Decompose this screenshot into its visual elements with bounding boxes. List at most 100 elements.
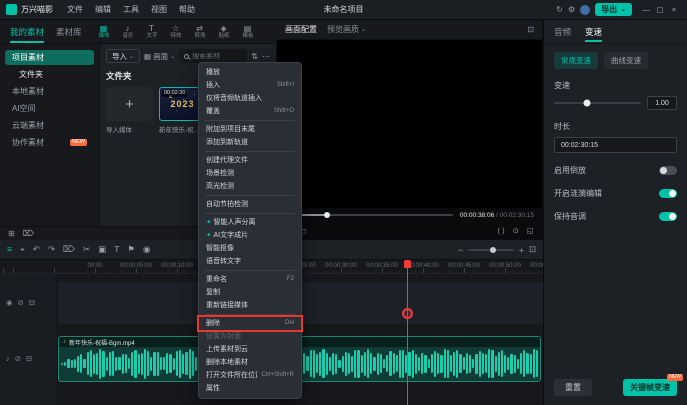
context-menu-item[interactable]: 添加到新轨道 xyxy=(199,136,301,149)
zoom-slider[interactable] xyxy=(468,249,514,251)
sidebar-item[interactable]: 文件夹 xyxy=(5,67,94,82)
sidebar-item[interactable]: 云端素材 xyxy=(5,118,94,133)
properties-tab[interactable]: 变速 xyxy=(585,20,602,43)
seek-handle[interactable] xyxy=(324,212,330,218)
context-menu-item[interactable]: 附加到项目末尾 xyxy=(199,123,301,136)
playhead[interactable] xyxy=(407,260,408,405)
maximize-button[interactable]: ▢ xyxy=(653,0,667,20)
context-menu-item[interactable]: 上传素材到云 xyxy=(199,343,301,356)
fit-timeline-icon[interactable]: ⊡ xyxy=(529,244,536,255)
sync-icon[interactable]: ↻ xyxy=(556,5,563,14)
context-menu-item[interactable]: 仅将音频轨道插入 xyxy=(199,92,301,105)
speed-value-input[interactable]: 1.00 xyxy=(647,96,677,110)
playhead-handle[interactable] xyxy=(404,260,411,268)
speed-slider[interactable] xyxy=(554,102,641,104)
sidebar-item[interactable]: 协作素材NEW xyxy=(5,135,94,150)
minimize-button[interactable]: — xyxy=(639,0,653,20)
canvas-config-tab[interactable]: 画面配置 xyxy=(285,24,317,35)
reset-button[interactable]: 重置 xyxy=(554,379,592,396)
track-lock-icon[interactable]: ⊟ xyxy=(26,354,32,363)
fullscreen-icon[interactable]: ◱ xyxy=(527,226,534,235)
import-media-tile[interactable]: + 导入媒体 xyxy=(106,87,153,134)
sidebar-item[interactable]: AI空间 xyxy=(5,101,94,116)
track-mute-icon[interactable]: ⊘ xyxy=(15,354,21,363)
zoom-out-icon[interactable]: − xyxy=(458,245,463,255)
menubar-item[interactable]: 文件 xyxy=(61,0,89,20)
sort-icon[interactable]: ⇅ xyxy=(251,52,258,61)
context-menu-item[interactable]: 重命名F2 xyxy=(199,273,301,286)
user-avatar[interactable] xyxy=(580,5,590,15)
context-menu-item[interactable]: 覆盖Shift+O xyxy=(199,105,301,118)
text-tool-icon[interactable]: T xyxy=(114,244,119,255)
category-sticker[interactable]: ◈贴纸 xyxy=(212,20,236,44)
settings-icon[interactable]: ⚙ xyxy=(568,5,575,14)
crop-icon[interactable]: ▣ xyxy=(98,244,106,255)
sidebar-item[interactable]: 项目素材 xyxy=(5,50,94,65)
context-menu-item[interactable]: 场景检测 xyxy=(199,167,301,180)
context-menu-item[interactable]: 删除本地素材 xyxy=(199,356,301,369)
import-button[interactable]: 导入 ⌄ xyxy=(106,49,140,63)
duration-input[interactable]: 00:02:30:15 xyxy=(554,137,677,153)
mark-in-out-icon[interactable]: ( ) xyxy=(498,226,505,235)
panel-tab[interactable]: 我的素材 xyxy=(4,20,50,44)
snapshot-icon[interactable]: ⊙ xyxy=(513,226,519,235)
menubar-item[interactable]: 编辑 xyxy=(89,0,117,20)
redo-icon[interactable]: ↷ xyxy=(48,244,55,255)
export-button[interactable]: 导出 ⌄ xyxy=(595,3,632,16)
menubar-item[interactable]: 视图 xyxy=(145,0,173,20)
category-text[interactable]: T文字 xyxy=(140,20,164,44)
zoom-in-icon[interactable]: + xyxy=(519,245,524,255)
speed-slider-handle[interactable] xyxy=(584,100,591,107)
category-transition[interactable]: ⇄转场 xyxy=(188,20,212,44)
toggle-switch[interactable] xyxy=(659,189,677,198)
zoom-slider-handle[interactable] xyxy=(490,247,496,253)
new-folder-icon[interactable]: ⊞ xyxy=(8,229,15,238)
context-menu-item[interactable]: 语音转文字 xyxy=(199,255,301,268)
context-menu-item[interactable]: 播放 xyxy=(199,66,301,79)
pointer-icon[interactable]: ⌖ xyxy=(20,244,25,255)
menubar-item[interactable]: 帮助 xyxy=(173,0,201,20)
context-menu-item[interactable]: 插入Shift+I xyxy=(199,79,301,92)
menubar-item[interactable]: 工具 xyxy=(117,0,145,20)
context-menu-item[interactable]: 创建代理文件 xyxy=(199,154,301,167)
category-media[interactable]: ▦媒体 xyxy=(92,20,116,44)
close-button[interactable]: × xyxy=(667,0,681,20)
undo-icon[interactable]: ↶ xyxy=(33,244,40,255)
category-music[interactable]: ♪音乐 xyxy=(116,20,140,44)
toggle-switch[interactable] xyxy=(659,212,677,221)
record-icon[interactable]: ◉ xyxy=(143,244,150,255)
context-menu-item[interactable]: 智能抠像 xyxy=(199,242,301,255)
trash-icon[interactable]: ⌦ xyxy=(23,229,34,238)
track-manager-icon[interactable]: ≡ xyxy=(7,244,12,255)
seek-bar[interactable] xyxy=(285,214,453,216)
more-options-icon[interactable]: ⋯ xyxy=(262,52,270,61)
panel-expand-icon[interactable]: ⊡ xyxy=(527,25,534,34)
context-menu-item[interactable]: ✦AI文字成片 xyxy=(199,229,301,242)
properties-tab[interactable]: 音频 xyxy=(554,20,571,43)
split-icon[interactable]: ✂ xyxy=(83,244,90,255)
marker-icon[interactable]: ⚑ xyxy=(127,244,135,255)
context-menu-item[interactable]: 属性 xyxy=(199,382,301,395)
context-menu-item[interactable]: 打开文件所在位置Ctrl+Shift+R xyxy=(199,369,301,382)
context-menu-item[interactable]: ✦智能人声分离 xyxy=(199,216,301,229)
context-menu-item[interactable]: 复制 xyxy=(199,286,301,299)
category-template[interactable]: ▤模板 xyxy=(236,20,260,44)
context-menu-item[interactable]: 删除Del xyxy=(199,317,301,330)
search-input[interactable] xyxy=(192,53,242,60)
track-mute-icon[interactable]: ⊘ xyxy=(18,298,24,307)
keyframe-speed-button[interactable]: 关键帧变速 NEW xyxy=(623,379,677,396)
context-menu-item[interactable]: 自动节拍检测 xyxy=(199,198,301,211)
view-filter-dropdown[interactable]: ▦ 画面 ⌄ xyxy=(144,51,175,62)
speed-mode-pill[interactable]: 常规变速 xyxy=(554,52,598,69)
category-effects[interactable]: ☆特效 xyxy=(164,20,188,44)
toggle-switch[interactable] xyxy=(659,166,677,175)
speed-mode-pill[interactable]: 曲线变速 xyxy=(604,52,648,69)
delete-icon[interactable]: ⌦ xyxy=(63,244,75,255)
panel-tab[interactable]: 素材库 xyxy=(50,20,88,44)
context-menu-item[interactable]: 重新链接媒体 xyxy=(199,299,301,312)
context-menu-item[interactable]: 高光检测 xyxy=(199,180,301,193)
track-visibility-icon[interactable]: ◉ xyxy=(6,298,13,307)
track-lock-icon[interactable]: ⊟ xyxy=(29,298,35,307)
preview-quality-dropdown[interactable]: 预览画质 ⌄ xyxy=(327,24,366,35)
sidebar-item[interactable]: 本地素材 xyxy=(5,84,94,99)
